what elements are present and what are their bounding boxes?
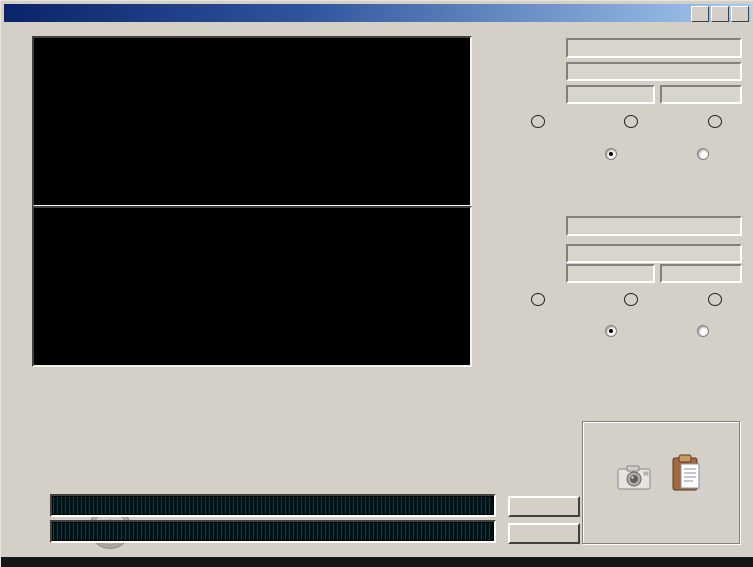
mid-code2-value [566, 244, 742, 263]
book-type2-dvdrom [660, 264, 742, 283]
scan-drv1-value [566, 38, 742, 58]
pi-chart-frame [32, 36, 472, 207]
title-bar[interactable] [4, 4, 751, 22]
comment2-button[interactable] [508, 523, 580, 544]
pif-jitter-chart-frame [32, 206, 472, 367]
clipboard-icon[interactable] [671, 454, 701, 492]
pi-graph1-led-icon [531, 115, 545, 128]
minimize-icon[interactable] [691, 6, 709, 22]
book-type1-dvdrom [660, 85, 742, 104]
book-type1-dvdplusrw [566, 85, 655, 104]
burn-drive2-status [53, 523, 493, 540]
snapshot-clipboard-group [582, 421, 740, 544]
pi-graph2-led-icon [531, 293, 545, 306]
jitter1-led-icon [708, 115, 722, 128]
line1-radio[interactable] [605, 148, 617, 160]
line2-radio[interactable] [605, 325, 617, 337]
block2-radio[interactable] [697, 325, 709, 337]
pi-comparison-chart [34, 38, 466, 201]
close-icon[interactable] [731, 6, 749, 22]
scan-drv2-value [566, 216, 742, 236]
comment1-button[interactable] [508, 496, 580, 517]
jitter2-led-icon [708, 293, 722, 306]
camera-icon[interactable] [617, 464, 651, 490]
pif-graph2-led-icon [624, 293, 638, 306]
burn-drive1-status [53, 497, 493, 514]
burn-drive2-lcd [50, 520, 496, 543]
maximize-icon[interactable] [711, 6, 729, 22]
book-type2-dvdplusrw [566, 264, 655, 283]
pif-graph1-led-icon [624, 115, 638, 128]
block1-radio[interactable] [697, 148, 709, 160]
pif-jitter-comparison-chart [34, 208, 466, 361]
app-window [0, 0, 753, 567]
burn-drive1-lcd [50, 494, 496, 517]
mid-code1-value [566, 62, 742, 81]
